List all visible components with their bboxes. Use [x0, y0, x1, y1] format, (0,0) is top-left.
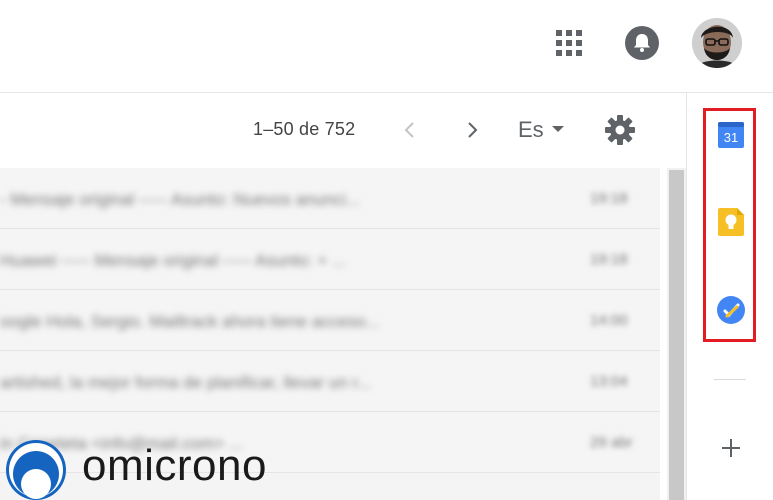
watermark-text: omicrono [82, 441, 267, 490]
omicrono-logo-icon [6, 440, 66, 500]
google-tasks-icon[interactable] [717, 296, 745, 324]
email-snippet: oogle Hola, Sergio. Mailtrack ahora tien… [0, 312, 380, 331]
email-time: 14:00 [590, 312, 628, 329]
list-item[interactable]: Huawei ----- Mensaje original ----- Asun… [0, 229, 660, 290]
pagination-text: 1–50 de 752 [253, 119, 356, 139]
email-time: 29 abr [590, 434, 633, 451]
language-label: Es [518, 117, 544, 142]
chevron-left-icon[interactable] [399, 119, 421, 141]
list-item[interactable]: oogle Hola, Sergio. Mailtrack ahora tien… [0, 290, 660, 351]
apps-grid-icon[interactable] [556, 30, 582, 56]
email-time: 19:18 [590, 251, 628, 268]
google-calendar-icon[interactable]: 31 [718, 122, 744, 148]
gear-icon[interactable] [604, 114, 636, 146]
calendar-day-label: 31 [724, 130, 738, 145]
mail-toolbar: 1–50 de 752 Es [0, 93, 686, 165]
top-header [0, 0, 773, 93]
plus-icon[interactable] [720, 437, 742, 459]
scrollbar-thumb[interactable] [669, 170, 684, 500]
email-time: 13:04 [590, 373, 628, 390]
side-panel-divider [714, 379, 746, 380]
email-snippet: Huawei ----- Mensaje original ----- Asun… [0, 251, 347, 270]
list-item[interactable]: artished, la mejor forma de planificar, … [0, 351, 660, 412]
caret-down-icon [552, 126, 564, 132]
google-keep-icon[interactable] [718, 208, 744, 236]
user-avatar-icon [692, 18, 742, 68]
chevron-right-icon[interactable] [461, 119, 483, 141]
list-item[interactable]: - Mensaje original ----- Asunto: Nuevos … [0, 168, 660, 229]
bell-icon[interactable] [625, 26, 659, 60]
avatar[interactable] [692, 18, 742, 68]
language-select[interactable]: Es [514, 112, 572, 146]
email-time: 19:18 [590, 190, 628, 207]
omicrono-watermark: omicrono [0, 432, 310, 500]
email-snippet: artished, la mejor forma de planificar, … [0, 373, 372, 392]
email-snippet: - Mensaje original ----- Asunto: Nuevos … [0, 190, 360, 209]
